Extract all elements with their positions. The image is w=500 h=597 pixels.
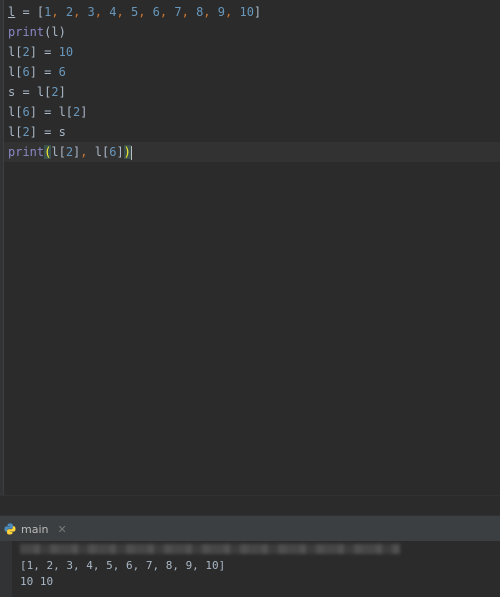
code-line-7[interactable]: l[2] = s — [8, 122, 66, 142]
python-icon — [4, 523, 16, 535]
editor-gutter — [0, 0, 4, 495]
code-line-3[interactable]: l[2] = 10 — [8, 42, 73, 62]
code-editor[interactable]: l = [1, 2, 3, 4, 5, 6, 7, 8, 9, 10] prin… — [0, 0, 500, 495]
run-tab-main[interactable]: main ✕ — [0, 516, 75, 542]
interpreter-command-redacted — [20, 544, 400, 554]
code-line-2[interactable]: print(l) — [8, 22, 66, 42]
console-output-line-1: [1, 2, 3, 4, 5, 6, 7, 8, 9, 10] — [20, 559, 226, 572]
code-line-1[interactable]: l = [1, 2, 3, 4, 5, 6, 7, 8, 9, 10] — [8, 2, 261, 22]
console-gutter — [0, 541, 12, 597]
close-icon[interactable]: ✕ — [57, 523, 66, 536]
code-line-5[interactable]: s = l[2] — [8, 82, 66, 102]
panel-divider[interactable] — [0, 495, 500, 516]
code-line-8[interactable]: print(l[2], l[6]) — [8, 142, 132, 162]
text-caret — [130, 145, 132, 160]
run-console[interactable]: [1, 2, 3, 4, 5, 6, 7, 8, 9, 10] 10 10 — [0, 541, 500, 597]
run-tool-window-header: main ✕ — [0, 515, 500, 542]
code-line-4[interactable]: l[6] = 6 — [8, 62, 66, 82]
console-output-line-2: 10 10 — [20, 575, 54, 588]
run-tab-label: main — [21, 522, 49, 536]
code-line-6[interactable]: l[6] = l[2] — [8, 102, 88, 122]
